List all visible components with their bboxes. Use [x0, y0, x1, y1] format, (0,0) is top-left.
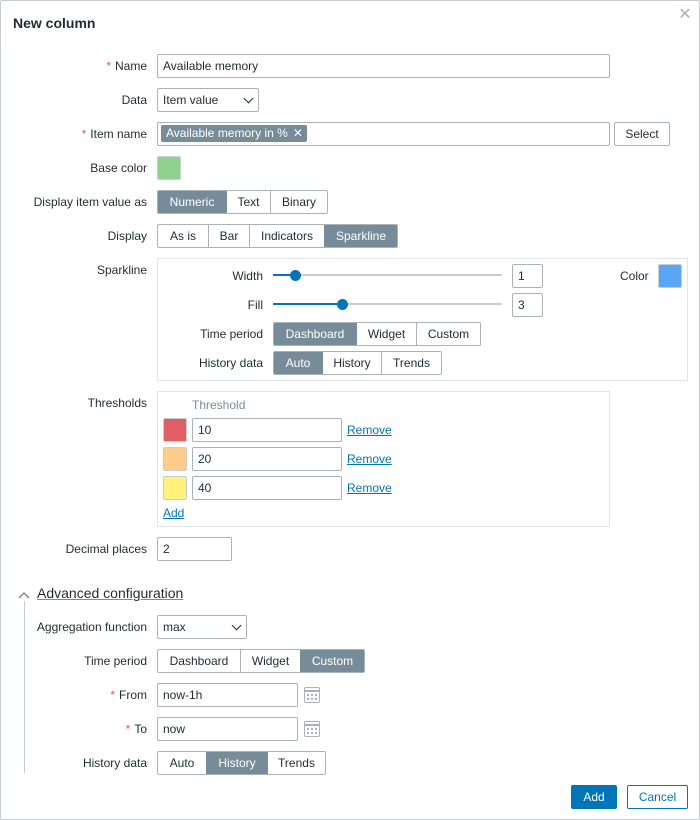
advanced-tp-widget[interactable]: Widget — [240, 650, 300, 672]
aggregation-function-label: Aggregation function — [36, 620, 147, 634]
display-as-is[interactable]: As is — [158, 225, 208, 247]
from-input[interactable] — [157, 683, 298, 707]
sparkline-hd-auto[interactable]: Auto — [274, 352, 322, 374]
thresholds-label: Thresholds — [87, 396, 147, 410]
calendar-icon[interactable] — [304, 687, 320, 703]
advanced-history-toggle: Auto History Trends — [157, 751, 326, 775]
sparkline-hd-trends[interactable]: Trends — [381, 352, 441, 374]
base-color-label: Base color — [90, 161, 147, 175]
item-name-label: * Item name — [81, 127, 147, 141]
remove-threshold-link[interactable]: Remove — [347, 481, 392, 495]
display-label: Display — [107, 229, 147, 243]
cancel-button[interactable]: Cancel — [627, 785, 688, 809]
advanced-hd-auto[interactable]: Auto — [158, 752, 206, 774]
threshold-color-swatch[interactable] — [163, 418, 187, 442]
remove-threshold-link[interactable]: Remove — [347, 452, 392, 466]
data-label: Data — [121, 93, 147, 107]
threshold-column-header: Threshold — [192, 398, 246, 412]
sparkline-label: Sparkline — [96, 263, 147, 277]
chevron-up-icon[interactable] — [17, 589, 31, 599]
to-label: * To — [125, 722, 147, 736]
chevron-down-icon — [231, 620, 242, 631]
sparkline-color-label: Color — [620, 269, 649, 283]
advanced-hd-trends[interactable]: Trends — [267, 752, 325, 774]
fill-slider-fill — [273, 303, 342, 305]
advanced-section-line — [24, 601, 25, 773]
display-indicators[interactable]: Indicators — [249, 225, 324, 247]
advanced-time-period-toggle: Dashboard Widget Custom — [157, 649, 365, 673]
sparkline-tp-custom[interactable]: Custom — [416, 323, 480, 345]
sparkline-tp-dashboard[interactable]: Dashboard — [274, 323, 356, 345]
sparkline-width-label: Width — [232, 269, 263, 283]
add-threshold-link[interactable]: Add — [163, 506, 184, 520]
display-bar[interactable]: Bar — [208, 225, 249, 247]
add-button[interactable]: Add — [571, 785, 617, 809]
width-slider-handle[interactable] — [290, 270, 301, 281]
advanced-configuration-toggle[interactable]: Advanced configuration — [37, 585, 183, 601]
to-input[interactable] — [157, 717, 298, 741]
display-toggle: As is Bar Indicators Sparkline — [157, 224, 398, 248]
chevron-down-icon — [243, 93, 254, 104]
calendar-icon[interactable] — [304, 721, 320, 737]
threshold-value-input[interactable] — [192, 447, 342, 471]
decimal-places-input[interactable] — [157, 537, 232, 561]
sparkline-fill-label: Fill — [247, 298, 263, 312]
threshold-color-swatch[interactable] — [163, 476, 187, 500]
close-icon[interactable]: ✕ — [677, 7, 693, 23]
width-slider-track — [273, 274, 502, 276]
display-as-binary[interactable]: Binary — [270, 191, 327, 213]
width-input[interactable] — [512, 264, 543, 288]
advanced-time-period-label: Time period — [84, 654, 147, 668]
display-as-text[interactable]: Text — [226, 191, 270, 213]
threshold-color-swatch[interactable] — [163, 447, 187, 471]
name-input[interactable] — [157, 54, 610, 78]
item-tag: Available memory in % ✕ — [161, 125, 307, 142]
sparkline-time-period-toggle: Dashboard Widget Custom — [273, 322, 481, 346]
sparkline-hd-history[interactable]: History — [322, 352, 381, 374]
remove-tag-icon[interactable]: ✕ — [293, 126, 303, 140]
threshold-value-input[interactable] — [192, 418, 342, 442]
remove-threshold-link[interactable]: Remove — [347, 423, 392, 437]
advanced-hd-history[interactable]: History — [206, 752, 267, 774]
advanced-history-label: History data — [82, 756, 147, 770]
sparkline-color-swatch[interactable] — [658, 264, 682, 288]
advanced-tp-dashboard[interactable]: Dashboard — [158, 650, 240, 672]
threshold-value-input[interactable] — [192, 476, 342, 500]
display-as-toggle: Numeric Text Binary — [157, 190, 328, 214]
advanced-tp-custom[interactable]: Custom — [300, 650, 364, 672]
sparkline-history-toggle: Auto History Trends — [273, 351, 442, 375]
display-as-numeric[interactable]: Numeric — [158, 191, 226, 213]
sparkline-time-period-label: Time period — [200, 327, 263, 341]
new-column-dialog: New column ✕ *Name Data Item value *Item… — [0, 0, 700, 820]
fill-slider-handle[interactable] — [337, 299, 348, 310]
dialog-title: New column — [13, 15, 96, 31]
data-select[interactable]: Item value — [157, 88, 259, 112]
from-label: * From — [110, 688, 147, 702]
name-label: * Name — [106, 59, 147, 73]
aggregation-function-select[interactable]: max — [157, 615, 247, 639]
select-item-button[interactable]: Select — [614, 122, 670, 146]
base-color-swatch[interactable] — [157, 156, 181, 180]
sparkline-history-label: History data — [198, 356, 263, 370]
item-name-multiselect[interactable]: Available memory in % ✕ — [157, 122, 610, 146]
display-sparkline[interactable]: Sparkline — [324, 225, 397, 247]
fill-input[interactable] — [512, 293, 543, 317]
display-as-label: Display item value as — [33, 195, 147, 209]
sparkline-tp-widget[interactable]: Widget — [356, 323, 416, 345]
decimal-places-label: Decimal places — [65, 542, 147, 556]
